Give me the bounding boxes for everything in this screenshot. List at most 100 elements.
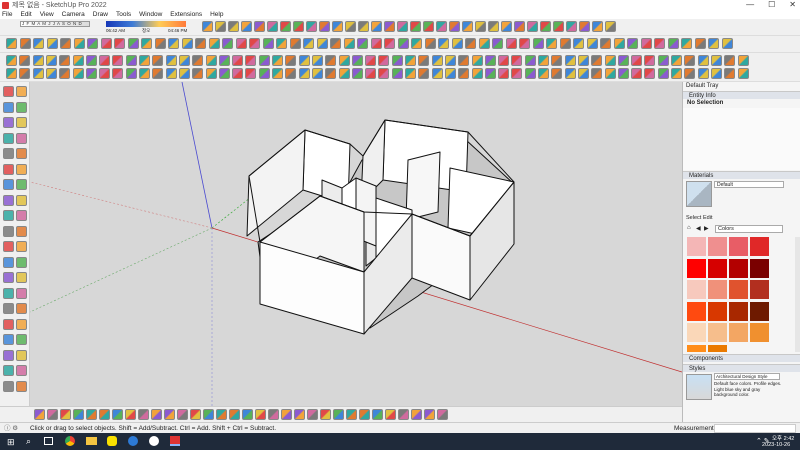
toolbar-tool-icon[interactable] xyxy=(592,21,603,32)
toolbar-tool-icon[interactable] xyxy=(178,55,190,66)
toolbar-tool-icon[interactable] xyxy=(613,38,625,49)
toolbar-tool-icon[interactable] xyxy=(112,409,123,420)
minimize-button[interactable]: — xyxy=(746,0,754,9)
toolbar-tool-icon[interactable] xyxy=(600,38,611,49)
toolbar-tool-icon[interactable] xyxy=(559,38,571,49)
color-swatch[interactable] xyxy=(708,237,727,256)
toolbar-tool-icon[interactable] xyxy=(330,38,341,49)
toolbar-tool-icon[interactable] xyxy=(671,55,682,66)
toolbar-tool-icon[interactable] xyxy=(60,409,71,420)
toolbar-tool-icon[interactable] xyxy=(532,38,544,49)
toolbar-tool-icon[interactable] xyxy=(418,55,430,66)
menu-extensions[interactable]: Extensions xyxy=(170,11,202,18)
drawing-tool-icon[interactable] xyxy=(16,349,27,361)
toolbar-tool-icon[interactable] xyxy=(311,55,323,66)
drawing-tool-icon[interactable] xyxy=(3,256,14,268)
toolbar-tool-icon[interactable] xyxy=(501,21,512,32)
color-swatch[interactable] xyxy=(708,301,727,321)
toolbar-tool-icon[interactable] xyxy=(391,55,403,66)
color-swatch[interactable] xyxy=(687,258,706,278)
drawing-tool-icon[interactable] xyxy=(16,365,27,376)
toolbar-tool-icon[interactable] xyxy=(437,409,448,420)
toolbar-tool-icon[interactable] xyxy=(192,68,204,79)
toolbar-tool-icon[interactable] xyxy=(418,68,430,79)
toolbar-tool-icon[interactable] xyxy=(546,38,557,49)
toolbar-tool-icon[interactable] xyxy=(444,55,456,66)
toolbar-tool-icon[interactable] xyxy=(112,55,124,66)
toolbar-tool-icon[interactable] xyxy=(338,68,350,79)
color-swatch[interactable] xyxy=(687,301,706,321)
toolbar-tool-icon[interactable] xyxy=(285,55,297,66)
home-icon[interactable]: ⌂ xyxy=(687,225,691,231)
toolbar-tool-icon[interactable] xyxy=(254,21,265,32)
toolbar-tool-icon[interactable] xyxy=(73,409,84,420)
back-icon[interactable]: ◀ xyxy=(696,225,701,232)
toolbar-tool-icon[interactable] xyxy=(411,409,422,420)
entity-info-header[interactable]: Entity Info xyxy=(683,91,800,99)
toolbar-tool-icon[interactable] xyxy=(34,409,45,420)
toolbar-tool-icon[interactable] xyxy=(438,38,449,49)
toolbar-tool-icon[interactable] xyxy=(85,55,97,66)
toolbar-tool-icon[interactable] xyxy=(298,55,310,66)
toolbar-tool-icon[interactable] xyxy=(498,68,510,79)
toolbar-tool-icon[interactable] xyxy=(631,55,643,66)
toolbar-tool-icon[interactable] xyxy=(232,68,244,79)
toolbar-tool-icon[interactable] xyxy=(32,68,44,79)
toolbar-tool-icon[interactable] xyxy=(307,409,318,420)
toolbar-tool-icon[interactable] xyxy=(333,409,344,420)
toolbar-tool-icon[interactable] xyxy=(697,68,709,79)
toolbar-tool-icon[interactable] xyxy=(471,55,483,66)
toolbar-tool-icon[interactable] xyxy=(164,409,175,420)
toolbar-tool-icon[interactable] xyxy=(165,68,177,79)
toolbar-tool-icon[interactable] xyxy=(351,55,363,66)
toolbar-tool-icon[interactable] xyxy=(462,21,473,32)
toolbar-tool-icon[interactable] xyxy=(345,21,356,32)
toolbar-tool-icon[interactable] xyxy=(657,55,669,66)
toolbar-tool-icon[interactable] xyxy=(471,68,483,79)
toolbar-tool-icon[interactable] xyxy=(59,68,71,79)
toolbar-tool-icon[interactable] xyxy=(112,68,124,79)
toolbar-tool-icon[interactable] xyxy=(281,409,292,420)
toolbar-tool-icon[interactable] xyxy=(276,38,287,49)
toolbar-tool-icon[interactable] xyxy=(721,38,733,49)
menu-draw[interactable]: Draw xyxy=(93,11,108,18)
toolbar-tool-icon[interactable] xyxy=(654,38,665,49)
house-model[interactable] xyxy=(246,119,515,335)
toolbar-tool-icon[interactable] xyxy=(192,55,204,66)
toolbar-tool-icon[interactable] xyxy=(365,68,377,79)
toolbar-tool-icon[interactable] xyxy=(458,68,470,79)
drawing-tool-icon[interactable] xyxy=(16,272,27,283)
sketchup-taskbar-icon[interactable] xyxy=(170,436,180,446)
maximize-button[interactable]: ☐ xyxy=(768,0,775,9)
toolbar-tool-icon[interactable] xyxy=(178,68,190,79)
toolbar-tool-icon[interactable] xyxy=(72,55,84,66)
toolbar-tool-icon[interactable] xyxy=(19,68,31,79)
toolbar-tool-icon[interactable] xyxy=(316,38,328,49)
toolbar-tool-icon[interactable] xyxy=(684,68,696,79)
toolbar-tool-icon[interactable] xyxy=(431,55,443,66)
toolbar-tool-icon[interactable] xyxy=(657,68,669,79)
model-viewport[interactable] xyxy=(30,82,682,406)
tab-edit[interactable]: Edit xyxy=(703,215,712,221)
toolbar-tool-icon[interactable] xyxy=(667,38,679,49)
app-icon-blue[interactable] xyxy=(128,436,138,446)
toolbar-tool-icon[interactable] xyxy=(604,68,616,79)
toolbar-tool-icon[interactable] xyxy=(524,68,536,79)
toolbar-tool-icon[interactable] xyxy=(478,38,490,49)
toolbar-tool-icon[interactable] xyxy=(325,55,337,66)
toolbar-tool-icon[interactable] xyxy=(514,21,525,32)
toolbar-tool-icon[interactable] xyxy=(125,68,137,79)
toolbar-tool-icon[interactable] xyxy=(154,38,166,49)
toolbar-tool-icon[interactable] xyxy=(289,38,301,49)
close-button[interactable]: ✕ xyxy=(789,0,796,9)
toolbar-tool-icon[interactable] xyxy=(85,68,97,79)
toolbar-tool-icon[interactable] xyxy=(384,21,395,32)
toolbar-tool-icon[interactable] xyxy=(285,68,297,79)
toolbar-tool-icon[interactable] xyxy=(86,409,97,420)
drawing-tool-icon[interactable] xyxy=(3,225,14,237)
menu-edit[interactable]: Edit xyxy=(20,11,31,18)
style-name-field[interactable]: Architectural Design Style xyxy=(714,373,780,380)
toolbar-tool-icon[interactable] xyxy=(141,38,152,49)
toolbar-tool-icon[interactable] xyxy=(100,38,112,49)
drawing-tool-icon[interactable] xyxy=(16,194,27,206)
